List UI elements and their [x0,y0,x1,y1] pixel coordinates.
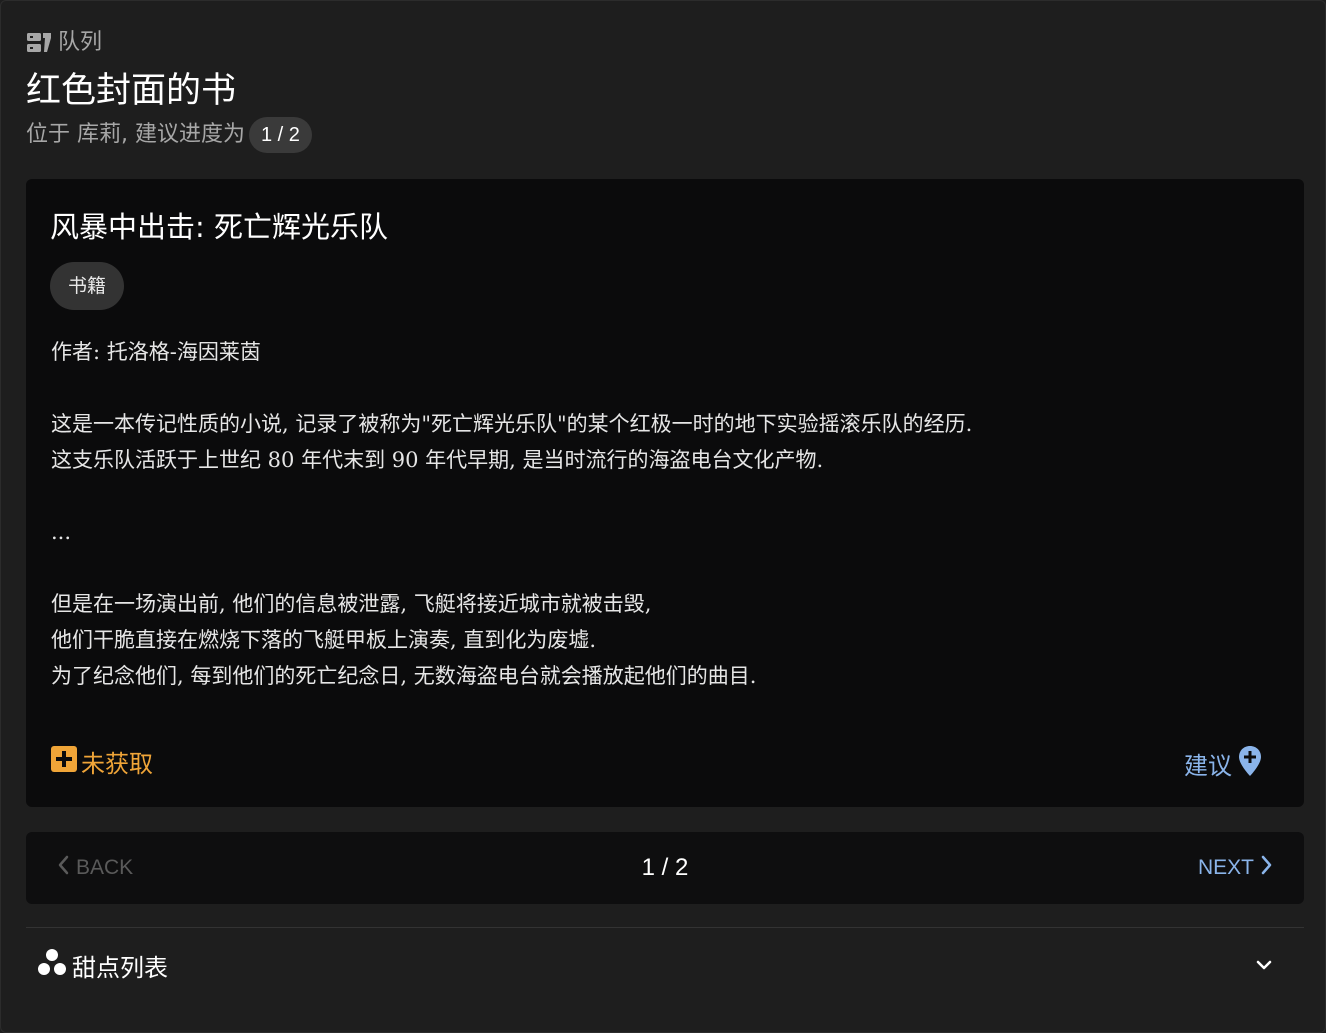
chevron-down-icon[interactable] [1254,953,1274,981]
plus-box-icon [50,745,78,782]
description-line: 这是一本传记性质的小说, 记录了被称为"死亡辉光乐队"的某个红极一时的地下实验摇… [51,412,973,436]
description-line: 这支乐队活跃于上世纪 80 年代末到 90 年代早期, 是当时流行的海盗电台文化… [51,448,824,472]
suggest-button[interactable]: 建议 [1184,745,1262,786]
ellipsis-line: ... [51,520,72,544]
author-line: 作者: 托洛格-海因莱茵 [51,340,261,364]
description-line: 但是在一场演出前, 他们的信息被泄露, 飞艇将接近城市就被击毁, [51,592,652,616]
back-button[interactable]: BACK [56,832,133,904]
page-title: 红色封面的书 [26,71,237,111]
book-title: 风暴中出击: 死亡辉光乐队 [50,210,388,244]
book-card: 风暴中出击: 死亡辉光乐队 书籍 作者: 托洛格-海因莱茵 这是一本传记性质的小… [26,179,1304,807]
app-frame: 队列 红色封面的书 位于 库莉, 建议进度为 1 / 2 风暴中出击: 死亡辉光… [0,0,1326,1033]
back-label: BACK [76,856,134,879]
not-obtained-label: 未获取 [81,749,153,778]
subtitle-text: 位于 库莉, 建议进度为 [26,122,245,147]
description-line: 为了纪念他们, 每到他们的死亡纪念日, 无数海盗电台就会播放起他们的曲目. [51,664,757,688]
next-label: NEXT [1197,856,1254,879]
dessert-list-header: 甜点列表 [36,941,168,989]
pagination-bar: BACK 1 / 2 NEXT [26,832,1304,904]
chevron-left-icon [56,854,70,882]
next-button[interactable]: NEXT [1198,832,1274,904]
not-obtained-button[interactable]: 未获取 [50,745,153,782]
queue-label-text: 队列 [58,30,103,55]
progress-badge: 1 / 2 [248,117,312,153]
map-marker-plus-icon [1238,745,1262,786]
dots-cluster-icon [36,947,68,983]
chevron-right-icon [1260,854,1274,882]
queue-subtitle: 位于 库莉, 建议进度为 1 / 2 [26,117,312,153]
description-line: 他们干脆直接在燃烧下落的飞艇甲板上演奏, 直到化为废墟. [51,628,597,652]
suggest-label: 建议 [1184,751,1232,780]
dessert-list-label: 甜点列表 [72,953,168,982]
queue-icon [26,31,54,55]
queue-label: 队列 [26,29,102,57]
page-indicator: 1 / 2 [641,854,689,881]
category-tag: 书籍 [50,262,125,310]
dessert-list-expander[interactable]: 甜点列表 [26,941,1304,989]
section-divider [26,927,1304,928]
book-description: 作者: 托洛格-海因莱茵 这是一本传记性质的小说, 记录了被称为"死亡辉光乐队"… [51,334,1251,694]
